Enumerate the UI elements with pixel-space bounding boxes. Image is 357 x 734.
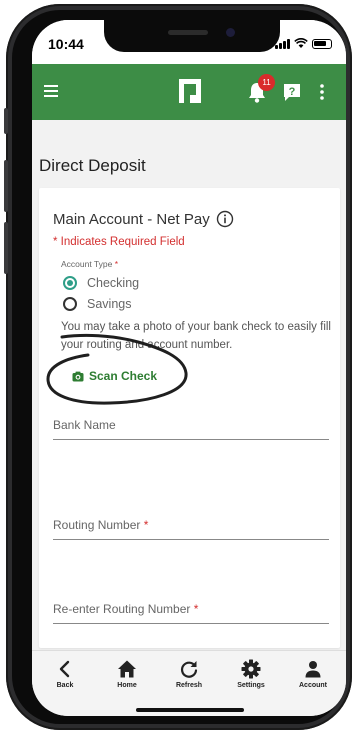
app-logo-icon	[179, 79, 201, 103]
info-icon[interactable]	[216, 210, 234, 228]
side-button	[4, 108, 8, 134]
camera-icon	[72, 371, 84, 381]
gear-icon	[241, 659, 261, 679]
status-time: 10:44	[48, 36, 84, 52]
radio-label-savings: Savings	[87, 297, 132, 311]
bottom-nav: Back Home Refresh Settings Account	[32, 650, 346, 716]
nav-back[interactable]: Back	[40, 659, 90, 689]
direct-deposit-card: Main Account - Net Pay * Indicates Requi…	[39, 188, 340, 648]
radio-savings[interactable]: Savings	[63, 297, 131, 311]
front-camera	[226, 28, 235, 37]
side-button	[4, 222, 8, 274]
status-bar: 10:44	[32, 20, 346, 64]
status-icons	[275, 38, 332, 49]
notch	[104, 20, 280, 52]
kebab-menu-icon[interactable]	[317, 82, 327, 102]
nav-settings[interactable]: Settings	[226, 659, 276, 689]
chevron-left-icon	[59, 660, 70, 678]
scan-check-button[interactable]: Scan Check	[72, 369, 157, 383]
radio-checking[interactable]: Checking	[63, 276, 139, 290]
routing-number-input[interactable]	[53, 510, 329, 539]
scan-check-label: Scan Check	[89, 369, 158, 383]
required-mark: *	[114, 259, 119, 269]
nav-refresh[interactable]: Refresh	[164, 659, 214, 689]
reenter-routing-number-input[interactable]	[53, 594, 329, 623]
help-icon[interactable]: ?	[282, 82, 302, 102]
bank-name-field[interactable]: Bank Name	[53, 410, 329, 440]
reenter-routing-number-field[interactable]: Re-enter Routing Number *	[53, 594, 329, 624]
refresh-icon	[180, 661, 198, 678]
app-bar: 11 ?	[32, 64, 346, 120]
speaker	[168, 30, 208, 35]
svg-text:?: ?	[289, 86, 296, 98]
nav-refresh-label: Refresh	[175, 682, 203, 689]
radio-checked-icon[interactable]	[63, 276, 77, 290]
nav-home[interactable]: Home	[102, 659, 152, 689]
radio-unchecked-icon[interactable]	[63, 297, 77, 311]
nav-back-label: Back	[56, 682, 74, 689]
nav-account[interactable]: Account	[288, 659, 338, 689]
scan-hint-text: You may take a photo of your bank check …	[61, 321, 331, 351]
battery-icon	[312, 38, 332, 49]
page-title: Direct Deposit	[39, 156, 146, 175]
radio-label-checking: Checking	[87, 276, 140, 290]
required-field-note: * Indicates Required Field	[53, 236, 185, 248]
signal-icon	[275, 38, 290, 49]
side-button	[4, 160, 8, 212]
card-header: Main Account - Net Pay	[53, 210, 234, 228]
hamburger-icon[interactable]	[42, 82, 62, 100]
routing-number-field[interactable]: Routing Number *	[53, 510, 329, 540]
home-indicator	[136, 708, 244, 712]
nav-settings-label: Settings	[237, 682, 265, 689]
account-type-label: Account Type *	[61, 259, 119, 269]
notification-badge: 11	[258, 74, 275, 91]
bank-name-input[interactable]	[53, 410, 329, 439]
account-title: Main Account - Net Pay	[53, 210, 210, 228]
home-icon	[118, 660, 136, 678]
nav-home-label: Home	[117, 682, 137, 689]
phone-screen: 10:44 11 ? Direct Deposit Main Account -…	[32, 20, 346, 716]
nav-account-label: Account	[299, 682, 327, 689]
person-icon	[305, 661, 321, 678]
wifi-icon	[294, 38, 308, 48]
